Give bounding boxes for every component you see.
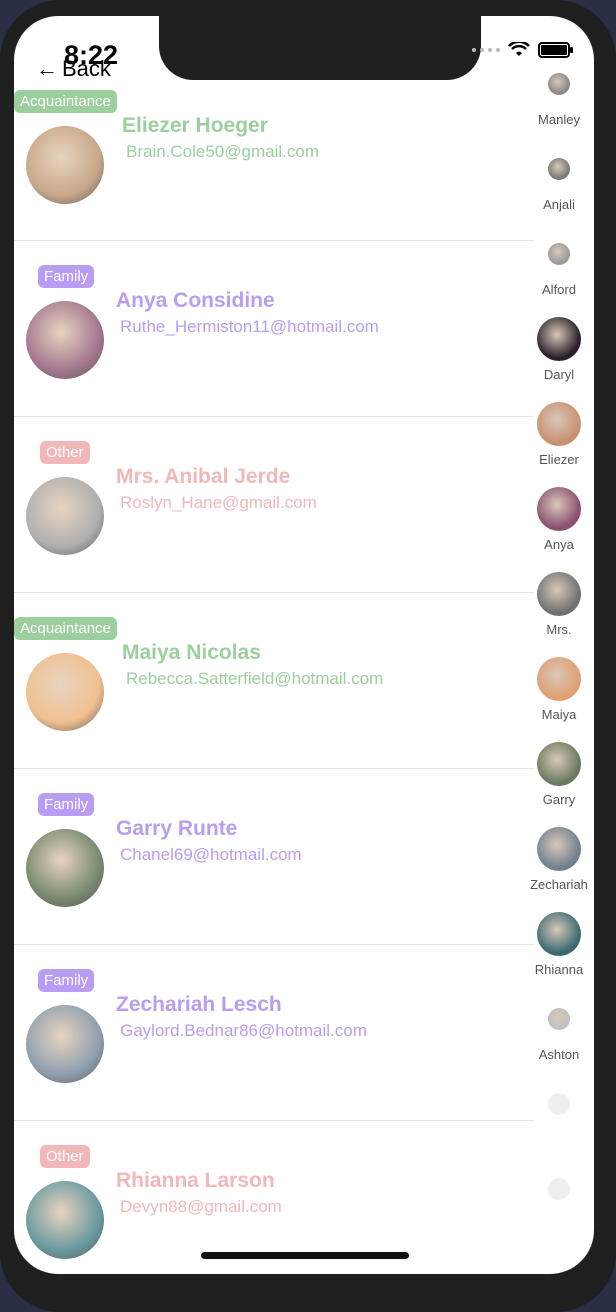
- side-index-avatar: [548, 73, 570, 95]
- battery-icon: [538, 42, 573, 58]
- side-index-label: Ashton: [538, 1047, 580, 1062]
- contact-email: Ruthe_Hermiston11@hotmail.com: [120, 317, 379, 336]
- side-index-item[interactable]: Alford: [524, 232, 594, 317]
- contact-avatar: [26, 126, 104, 204]
- side-index-avatar: [537, 487, 581, 531]
- side-index-avatar: [537, 827, 581, 871]
- contact-name: Eliezer Hoeger: [122, 114, 268, 137]
- side-index-item[interactable]: Zechariah: [524, 827, 594, 912]
- contact-tag: Family: [38, 265, 95, 288]
- contact-name: Anya Considine: [116, 289, 275, 312]
- side-index-avatar: [537, 912, 581, 956]
- side-index-avatar: [548, 243, 570, 265]
- contact-email: Rebecca.Satterfield@hotmail.com: [126, 669, 384, 688]
- contact-email: Chanel69@hotmail.com: [120, 845, 302, 864]
- side-index: Manley Anjali Alford Daryl Eliezer Anya Mrs. Ma…: [524, 62, 594, 1252]
- side-index-item[interactable]: Manley: [524, 62, 594, 147]
- status-time: 8:22: [64, 40, 119, 70]
- side-index-avatar: [537, 572, 581, 616]
- contact-email: Devyn88@gmail.com: [120, 1197, 282, 1216]
- contact-name: Garry Runte: [116, 817, 238, 840]
- contact-tag: Acquaintance: [14, 617, 117, 640]
- contact-row[interactable]: Acquaintance Maiya Nicolas Rebecca.Satterf…: [14, 593, 534, 769]
- contact-row[interactable]: Family Garry Runte Chanel69@hotmail.com: [14, 769, 534, 945]
- side-index-label: Maiya: [541, 707, 577, 722]
- side-index-item[interactable]: Rhianna: [524, 912, 594, 997]
- contact-name: Rhianna Larson: [116, 1169, 275, 1192]
- contact-tag: Other: [40, 1145, 90, 1168]
- side-index-avatar: [537, 742, 581, 786]
- side-index-label: Rhianna: [534, 962, 584, 977]
- side-index-avatar: [537, 317, 581, 361]
- side-index-item[interactable]: Mrs.: [524, 572, 594, 657]
- contact-list: Acquaintance Eliezer Hoeger Brain.Cole50@g…: [14, 66, 534, 1274]
- side-index-label: Daryl: [543, 367, 575, 382]
- contact-avatar: [26, 1181, 104, 1259]
- contact-row[interactable]: Family Zechariah Lesch Gaylord.Bednar86@ho…: [14, 945, 534, 1121]
- side-index-item[interactable]: Eliezer: [524, 402, 594, 487]
- side-index-label: Eliezer: [539, 452, 579, 467]
- wifi-icon: [508, 42, 530, 56]
- side-index-item[interactable]: Ashton: [524, 997, 594, 1082]
- side-index-item[interactable]: Daryl: [524, 317, 594, 402]
- side-index-label: Anya: [544, 537, 574, 552]
- contact-row[interactable]: Other Mrs. Anibal Jerde Roslyn_Hane@gmail.…: [14, 417, 534, 593]
- placeholder-avatar: [548, 1178, 570, 1200]
- contact-tag: Other: [40, 441, 90, 464]
- placeholder-avatar: [548, 1093, 570, 1115]
- side-index-avatar: [537, 657, 581, 701]
- contact-avatar: [26, 301, 104, 379]
- contact-avatar: [26, 1005, 104, 1083]
- side-index-label: Manley: [538, 112, 580, 127]
- side-index-item[interactable]: Anjali: [524, 147, 594, 232]
- contact-email: Roslyn_Hane@gmail.com: [120, 493, 317, 512]
- side-index-item[interactable]: Maiya: [524, 657, 594, 742]
- status-icons: [472, 42, 574, 58]
- side-index-label: Garry: [542, 792, 576, 807]
- phone-screen: 8:22 ← Back Acquaintance Eliezer Hoeger Br…: [14, 16, 594, 1274]
- contact-avatar: [26, 477, 104, 555]
- contact-row[interactable]: Family Anya Considine Ruthe_Hermiston11@ho…: [14, 241, 534, 417]
- back-arrow-icon: ←: [36, 56, 58, 81]
- side-index-avatar: [548, 158, 570, 180]
- contact-row[interactable]: Acquaintance Eliezer Hoeger Brain.Cole50@g…: [14, 66, 534, 241]
- home-indicator: [201, 1252, 409, 1259]
- side-index-item[interactable]: Anya: [524, 487, 594, 572]
- contact-email: Brain.Cole50@gmail.com: [126, 142, 320, 161]
- side-index-label: Zechariah: [530, 877, 588, 892]
- side-index-placeholder: [524, 1082, 594, 1167]
- contact-name: Maiya Nicolas: [122, 641, 261, 664]
- contact-avatar: [26, 653, 104, 731]
- side-index-placeholder: [524, 1167, 594, 1252]
- side-index-label: Mrs.: [546, 622, 572, 637]
- contact-tag: Family: [38, 793, 95, 816]
- side-index-avatar: [537, 402, 581, 446]
- contact-name: Mrs. Anibal Jerde: [116, 465, 291, 488]
- notch: [159, 16, 481, 80]
- side-index-label: Anjali: [543, 197, 575, 212]
- contact-tag: Acquaintance: [14, 90, 117, 113]
- side-index-label: Alford: [542, 282, 576, 297]
- side-index-avatar: [548, 1008, 570, 1030]
- contact-avatar: [26, 829, 104, 907]
- contact-email: Gaylord.Bednar86@hotmail.com: [120, 1021, 367, 1040]
- signal-dots-icon: [472, 48, 500, 52]
- contact-tag: Family: [38, 969, 95, 992]
- contact-name: Zechariah Lesch: [116, 993, 282, 1016]
- side-index-item[interactable]: Garry: [524, 742, 594, 827]
